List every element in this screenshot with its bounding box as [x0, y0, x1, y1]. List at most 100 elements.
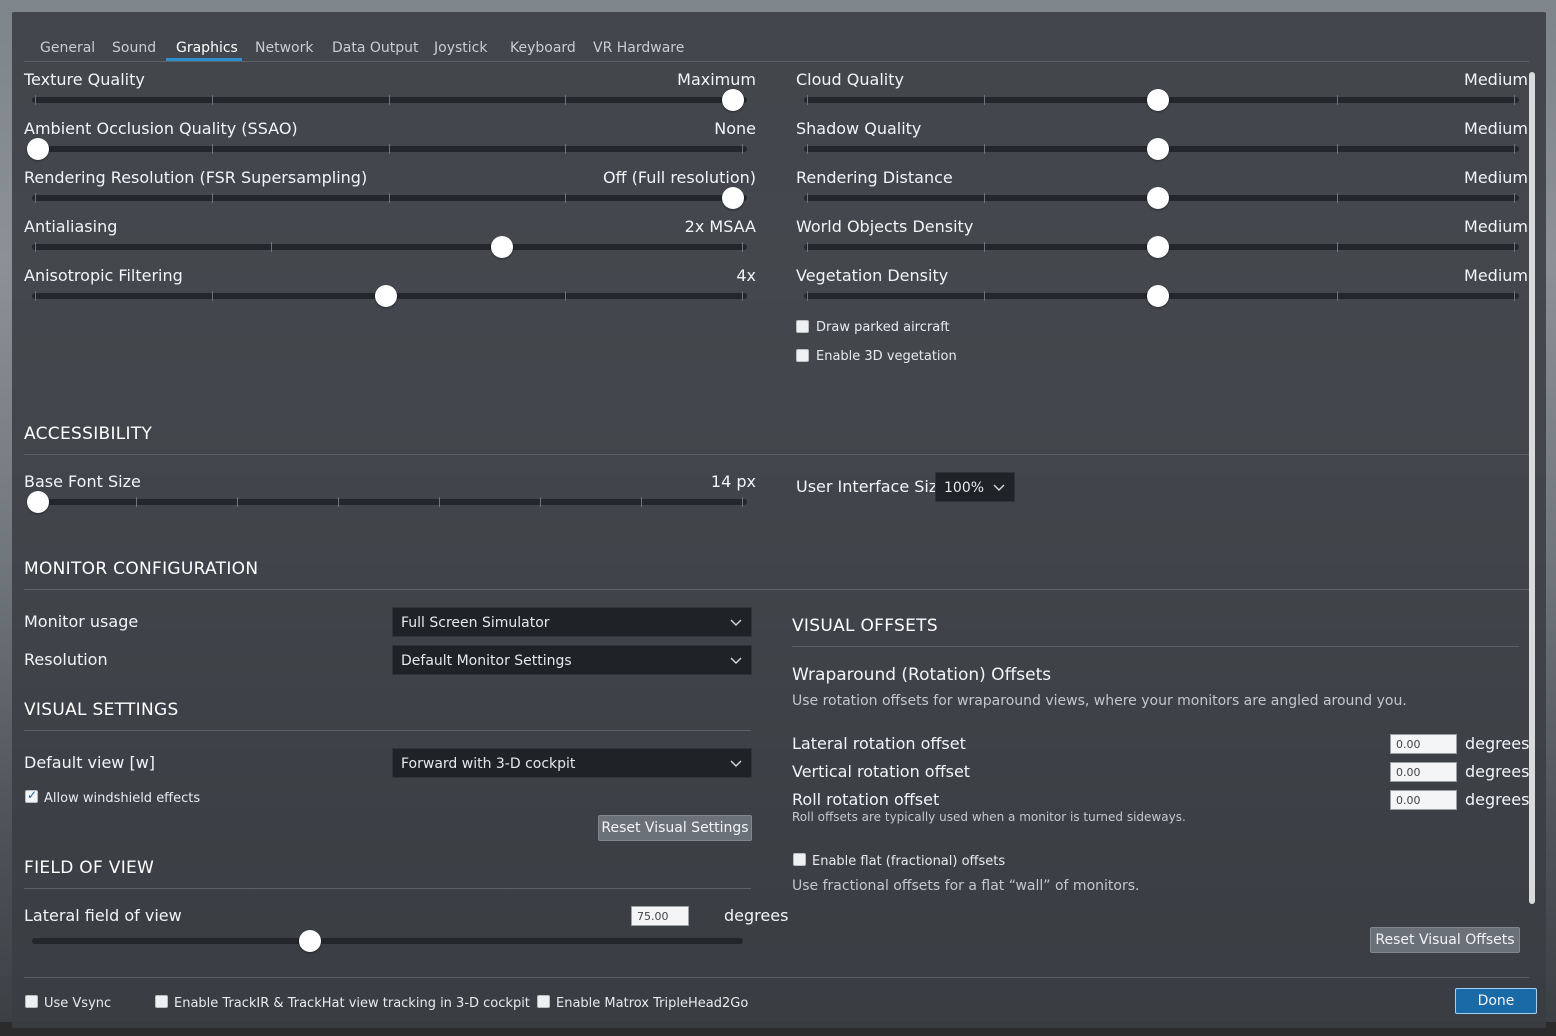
ambient-occlusion-quality-ssao-slider-thumb[interactable]: [27, 138, 49, 160]
texture-quality-slider-thumb[interactable]: [722, 89, 744, 111]
roll-rotation-input[interactable]: [1390, 790, 1457, 810]
slider-tick: [1514, 144, 1515, 154]
slider-tick: [983, 242, 985, 252]
flat-offsets-description: Use fractional offsets for a flat “wall”…: [792, 878, 1140, 894]
flat-offsets-label: Enable flat (fractional) offsets: [812, 854, 1006, 869]
texture-quality-label: Texture Quality: [24, 70, 145, 89]
rendering-distance-value: Medium: [1464, 168, 1528, 187]
footer-divider: [24, 977, 1529, 978]
slider-tick: [565, 95, 567, 105]
ambient-occlusion-quality-ssao-slider-track[interactable]: [32, 146, 747, 152]
enable-3d-vegetation-label: Enable 3D vegetation: [816, 349, 957, 364]
default-view-dropdown[interactable]: Forward with 3-D cockpit: [392, 748, 752, 778]
world-objects-density-slider-thumb[interactable]: [1146, 236, 1169, 258]
slider-tick: [211, 144, 213, 154]
vegetation-density-slider-thumb[interactable]: [1146, 285, 1169, 307]
antialiasing-value: 2x MSAA: [684, 217, 756, 236]
reset-visual-settings-button[interactable]: Reset Visual Settings: [598, 815, 752, 841]
settings-scrollbar[interactable]: [1529, 72, 1535, 904]
visual-offsets-heading: VISUAL OFFSETS: [792, 616, 938, 636]
ambient-occlusion-quality-ssao-value: None: [714, 119, 756, 138]
slider-tick: [1514, 193, 1515, 203]
lateral-rotation-label: Lateral rotation offset: [792, 734, 966, 753]
slider-tick: [211, 291, 213, 301]
draw-parked-aircraft-checkbox[interactable]: [796, 320, 809, 333]
field-of-view-heading: FIELD OF VIEW: [24, 858, 155, 878]
cloud-quality-slider-thumb[interactable]: [1146, 89, 1169, 111]
antialiasing-slider-track[interactable]: [32, 244, 747, 250]
tab-general[interactable]: General: [40, 40, 95, 56]
monitor-config-divider: [24, 589, 1529, 590]
resolution-dropdown[interactable]: Default Monitor Settings: [392, 645, 752, 675]
rendering-distance-label: Rendering Distance: [796, 168, 953, 187]
rendering-distance-slider-thumb[interactable]: [1146, 187, 1169, 209]
reset-visual-offsets-button[interactable]: Reset Visual Offsets: [1370, 927, 1520, 953]
ui-size-dropdown[interactable]: 100%: [935, 472, 1015, 502]
slider-tick: [1337, 242, 1339, 252]
ui-size-label: User Interface Size: [796, 477, 948, 496]
shadow-quality-label: Shadow Quality: [796, 119, 922, 138]
default-view-value: Forward with 3-D cockpit: [401, 756, 576, 772]
slider-tick: [35, 242, 36, 252]
texture-quality-slider-track[interactable]: [32, 97, 747, 103]
slider-tick: [211, 193, 213, 203]
lateral-rotation-input[interactable]: [1390, 734, 1457, 754]
shadow-quality-slider-thumb[interactable]: [1146, 138, 1169, 160]
slider-tick: [439, 497, 440, 507]
lateral-fov-slider-thumb[interactable]: [298, 930, 321, 952]
slider-tick: [807, 95, 808, 105]
roll-offset-note: Roll offsets are typically used when a m…: [792, 810, 1186, 824]
tab-joystick[interactable]: Joystick: [434, 40, 487, 56]
lateral-rotation-unit: degrees: [1465, 734, 1530, 753]
windshield-effects-checkbox[interactable]: ✓: [25, 788, 38, 803]
ambient-occlusion-quality-ssao-label: Ambient Occlusion Quality (SSAO): [24, 119, 298, 138]
ui-size-value: 100%: [944, 480, 985, 496]
vsync-checkbox[interactable]: [25, 995, 38, 1008]
slider-tick: [565, 144, 567, 154]
world-objects-density-value: Medium: [1464, 217, 1528, 236]
tab-sound[interactable]: Sound: [112, 40, 156, 56]
resolution-label: Resolution: [24, 650, 108, 669]
slider-tick: [565, 193, 567, 203]
vertical-rotation-input[interactable]: [1390, 762, 1457, 782]
slider-tick: [641, 497, 642, 507]
slider-tick: [388, 193, 390, 203]
roll-rotation-label: Roll rotation offset: [792, 790, 940, 809]
tab-graphics[interactable]: Graphics: [176, 40, 238, 56]
matrox-checkbox[interactable]: [537, 995, 550, 1008]
tab-vr-hardware[interactable]: VR Hardware: [593, 40, 684, 56]
antialiasing-slider-thumb[interactable]: [490, 236, 513, 258]
monitor-usage-label: Monitor usage: [24, 612, 139, 631]
tab-keyboard[interactable]: Keyboard: [510, 40, 576, 56]
enable-3d-vegetation-checkbox[interactable]: [796, 349, 809, 362]
shadow-quality-value: Medium: [1464, 119, 1528, 138]
slider-tick: [983, 144, 985, 154]
tab-bar-divider: [24, 61, 1529, 62]
slider-tick: [742, 242, 743, 252]
slider-tick: [270, 242, 272, 252]
slider-tick: [807, 291, 808, 301]
anisotropic-filtering-label: Anisotropic Filtering: [24, 266, 183, 285]
lateral-fov-input[interactable]: [631, 906, 689, 926]
roll-rotation-unit: degrees: [1465, 790, 1530, 809]
slider-tick: [35, 95, 36, 105]
lateral-fov-slider-track[interactable]: [32, 938, 743, 944]
slider-tick: [1337, 144, 1339, 154]
trackir-checkbox[interactable]: [155, 995, 168, 1008]
done-button[interactable]: Done: [1455, 988, 1537, 1014]
flat-offsets-checkbox[interactable]: [793, 853, 806, 866]
vertical-rotation-unit: degrees: [1465, 762, 1530, 781]
anisotropic-filtering-slider-thumb[interactable]: [374, 285, 397, 307]
slider-tick: [983, 291, 985, 301]
rendering-resolution-fsr-supersampling-label: Rendering Resolution (FSR Supersampling): [24, 168, 368, 187]
base-font-size-slider-thumb[interactable]: [27, 491, 49, 513]
slider-tick: [388, 144, 390, 154]
chevron-down-icon: [993, 484, 1005, 491]
rendering-resolution-fsr-supersampling-slider-track[interactable]: [32, 195, 747, 201]
rendering-resolution-fsr-supersampling-slider-thumb[interactable]: [722, 187, 744, 209]
tab-network[interactable]: Network: [255, 40, 313, 56]
tab-data-output[interactable]: Data Output: [332, 40, 419, 56]
base-font-size-slider-track[interactable]: [32, 499, 747, 505]
monitor-usage-dropdown[interactable]: Full Screen Simulator: [392, 607, 752, 637]
base-font-size-label: Base Font Size: [24, 472, 141, 491]
